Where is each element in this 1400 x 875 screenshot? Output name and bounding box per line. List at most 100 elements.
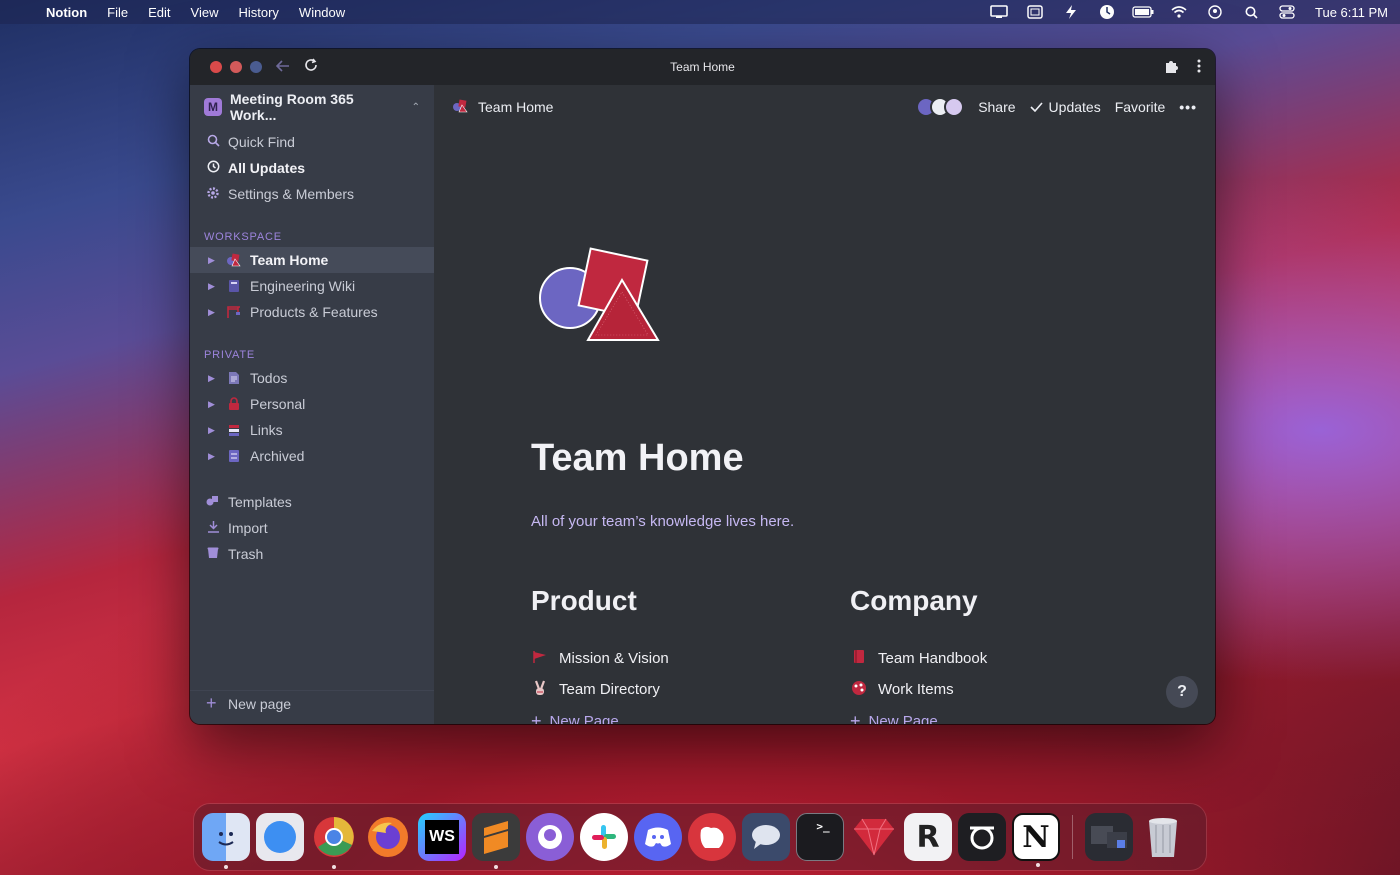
favorite-button[interactable]: Favorite: [1115, 99, 1166, 115]
flag-icon: [531, 650, 549, 668]
archive-icon: [226, 448, 242, 464]
page-cover-icon[interactable]: [530, 240, 670, 355]
back-arrow-icon[interactable]: [275, 59, 290, 76]
chrome-icon[interactable]: [310, 813, 358, 869]
link-label: Team Handbook: [878, 650, 988, 667]
ruby-icon[interactable]: [850, 813, 898, 861]
workspace-switcher[interactable]: M Meeting Room 365 Work... ⌃: [190, 85, 434, 129]
bolt-icon[interactable]: [1053, 5, 1089, 19]
sidebar-item-trash[interactable]: Trash: [190, 541, 434, 567]
display-icon[interactable]: [981, 5, 1017, 19]
link-mission-vision[interactable]: Mission & Vision: [531, 643, 831, 674]
sidebar-item-quick-find[interactable]: Quick Find: [190, 129, 434, 155]
sidebar-page-personal[interactable]: ▶ Personal: [190, 391, 434, 417]
collaborator-avatars[interactable]: [916, 97, 965, 117]
sublime-icon[interactable]: [472, 813, 520, 869]
workspace-section-header: WORKSPACE: [204, 231, 282, 243]
minimize-window-button[interactable]: [230, 61, 242, 73]
user-account-icon[interactable]: [1197, 5, 1233, 19]
link-label: Mission & Vision: [559, 650, 669, 667]
sidebar-page-engineering-wiki[interactable]: ▶ Engineering Wiki: [190, 273, 434, 299]
notion-icon[interactable]: N: [1012, 813, 1060, 867]
updates-button[interactable]: Updates: [1029, 99, 1101, 115]
traffic-lights: [190, 61, 262, 73]
sidebar-item-settings[interactable]: Settings & Members: [190, 181, 434, 207]
webstorm-icon[interactable]: WS: [418, 813, 466, 861]
safari-icon[interactable]: [256, 813, 304, 861]
expand-arrow-icon[interactable]: ▶: [208, 307, 218, 318]
trash-icon: [206, 546, 220, 562]
new-page-button[interactable]: + New page: [190, 690, 434, 716]
sidebar-item-label: Trash: [228, 546, 264, 562]
extensions-puzzle-icon[interactable]: [1163, 58, 1179, 77]
window-kebab-menu-icon[interactable]: [1197, 59, 1201, 76]
sidebar-item-label: Settings & Members: [228, 186, 355, 202]
window-title: Team Home: [670, 60, 735, 74]
search-icon: [206, 134, 220, 150]
menu-view[interactable]: View: [181, 5, 229, 20]
sidebar-page-todos[interactable]: ▶ Todos: [190, 365, 434, 391]
share-button[interactable]: Share: [978, 99, 1015, 115]
private-section-header: PRIVATE: [204, 349, 256, 361]
expand-arrow-icon[interactable]: ▶: [208, 399, 218, 410]
expand-arrow-icon[interactable]: ▶: [208, 373, 218, 384]
breadcrumb[interactable]: Team Home: [452, 99, 553, 116]
add-new-page-company[interactable]: + New Page: [850, 705, 1150, 725]
menu-file[interactable]: File: [97, 5, 138, 20]
menu-window[interactable]: Window: [289, 5, 355, 20]
link-work-items[interactable]: Work Items: [850, 674, 1150, 705]
expand-arrow-icon[interactable]: ▶: [208, 425, 218, 436]
wifi-icon[interactable]: [1161, 6, 1197, 18]
page-icon: [226, 370, 242, 386]
spotlight-search-icon[interactable]: [1233, 6, 1269, 19]
close-window-button[interactable]: [210, 61, 222, 73]
expand-arrow-icon[interactable]: ▶: [208, 281, 218, 292]
finder-icon[interactable]: [202, 813, 250, 869]
page-title[interactable]: Team Home: [531, 437, 744, 480]
sidebar-page-team-home[interactable]: ▶ Team Home: [190, 247, 434, 273]
sidebar-item-label: All Updates: [228, 160, 306, 176]
menu-history[interactable]: History: [228, 5, 288, 20]
help-button[interactable]: ?: [1166, 676, 1198, 708]
plus-icon: +: [531, 710, 542, 725]
link-team-handbook[interactable]: Team Handbook: [850, 643, 1150, 674]
page-subtitle[interactable]: All of your team’s knowledge lives here.: [531, 513, 794, 530]
bear-icon[interactable]: [688, 813, 736, 861]
slack-icon[interactable]: [580, 813, 628, 861]
menu-edit[interactable]: Edit: [138, 5, 180, 20]
sidebar-page-products-features[interactable]: ▶ Products & Features: [190, 299, 434, 325]
control-center-icon[interactable]: [1269, 5, 1305, 19]
messages-icon[interactable]: [742, 813, 790, 861]
sidebar-page-links[interactable]: ▶ Links: [190, 417, 434, 443]
battery-icon[interactable]: [1125, 6, 1161, 18]
rapidapi-icon[interactable]: R: [904, 813, 952, 861]
sidebar-page-label: Links: [250, 422, 283, 438]
window-icon[interactable]: [1017, 5, 1053, 19]
more-options-button[interactable]: •••: [1179, 99, 1197, 115]
outline-icon[interactable]: [958, 813, 1006, 861]
screens-icon[interactable]: [1085, 813, 1133, 861]
sidebar-item-all-updates[interactable]: All Updates: [190, 155, 434, 181]
discord-icon[interactable]: [634, 813, 682, 861]
running-indicator: [494, 865, 498, 869]
add-new-page-product[interactable]: + New Page: [531, 705, 831, 725]
terminal-icon[interactable]: >_: [796, 813, 844, 861]
zoom-window-button[interactable]: [250, 61, 262, 73]
moon-clock-icon[interactable]: [1089, 4, 1125, 20]
menubar-clock[interactable]: Tue 6:11 PM: [1305, 5, 1388, 20]
company-column: Company Team Handbook Work Items + New P…: [850, 585, 1150, 724]
reload-icon[interactable]: [304, 58, 318, 76]
sidebar-item-import[interactable]: Import: [190, 515, 434, 541]
expand-arrow-icon[interactable]: ▶: [208, 255, 218, 266]
link-team-directory[interactable]: Team Directory: [531, 674, 831, 705]
sidebar-page-archived[interactable]: ▶ Archived: [190, 443, 434, 469]
expand-arrow-icon[interactable]: ▶: [208, 451, 218, 462]
sidebar-page-label: Todos: [250, 370, 288, 386]
sidebar-item-templates[interactable]: Templates: [190, 489, 434, 515]
trash-dock-icon[interactable]: [1139, 813, 1187, 861]
firefox-icon[interactable]: [364, 813, 412, 861]
sidebar-item-label: Quick Find: [228, 134, 295, 150]
menu-app-name[interactable]: Notion: [36, 5, 97, 20]
github-desktop-icon[interactable]: [526, 813, 574, 861]
chevron-updown-icon: ⌃: [411, 101, 420, 113]
